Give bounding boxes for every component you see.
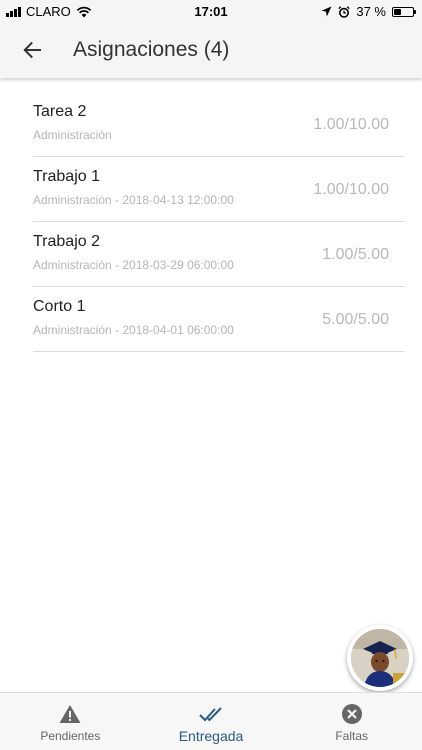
assignment-title: Corto 1	[33, 298, 86, 315]
tab-faltas[interactable]: Faltas	[281, 693, 422, 750]
assignment-item[interactable]: Trabajo 2 Administración - 2018-03-29 06…	[33, 222, 405, 287]
cancel-circle-icon	[341, 704, 362, 724]
assignment-subtitle: Administración	[33, 128, 112, 142]
warning-icon	[59, 705, 81, 723]
battery-icon	[392, 6, 416, 17]
status-bar: CLARO 17:01 37 %	[0, 0, 422, 22]
tab-label: Entregada	[178, 728, 244, 744]
assignment-score: 1.00/10.00	[313, 116, 389, 133]
tab-pendientes[interactable]: Pendientes	[0, 693, 141, 750]
assignment-list: Tarea 2 Administración 1.00/10.00 Trabaj…	[33, 92, 405, 352]
assignment-score: 1.00/5.00	[322, 246, 389, 263]
tab-label: Faltas	[335, 729, 369, 743]
assignment-title: Tarea 2	[33, 103, 87, 120]
avatar	[351, 629, 409, 687]
battery-level	[394, 8, 401, 15]
tab-label: Pendientes	[40, 729, 101, 743]
screen: CLARO 17:01 37 % Asignaciones (4) Tarea …	[0, 0, 422, 750]
status-right: 37 %	[321, 4, 416, 19]
tab-entregada[interactable]: Entregada	[141, 693, 282, 750]
location-icon	[321, 6, 332, 17]
double-check-icon	[199, 707, 222, 722]
alarm-icon	[338, 5, 351, 18]
assignment-item[interactable]: Tarea 2 Administración 1.00/10.00	[33, 92, 405, 157]
assignment-subtitle: Administración - 2018-04-01 06:00:00	[33, 323, 234, 337]
battery-percent: 37 %	[356, 4, 386, 19]
assignment-item[interactable]: Trabajo 1 Administración - 2018-04-13 12…	[33, 157, 405, 222]
assignment-title: Trabajo 1	[33, 168, 100, 185]
profile-avatar-button[interactable]	[347, 625, 413, 691]
assignment-title: Trabajo 2	[33, 233, 100, 250]
avatar-photo	[351, 629, 409, 687]
assignment-item[interactable]: Corto 1 Administración - 2018-04-01 06:0…	[33, 287, 405, 352]
app-bar: Asignaciones (4)	[0, 22, 422, 78]
page-title: Asignaciones (4)	[73, 38, 230, 61]
assignment-subtitle: Administración - 2018-04-13 12:00:00	[33, 193, 234, 207]
assignment-score: 5.00/5.00	[322, 311, 389, 328]
back-button[interactable]	[0, 22, 64, 78]
bottom-nav: Pendientes Entregada Faltas	[0, 692, 422, 750]
assignment-subtitle: Administración - 2018-03-29 06:00:00	[33, 258, 234, 272]
assignment-score: 1.00/10.00	[313, 181, 389, 198]
arrow-back-icon	[23, 41, 41, 59]
